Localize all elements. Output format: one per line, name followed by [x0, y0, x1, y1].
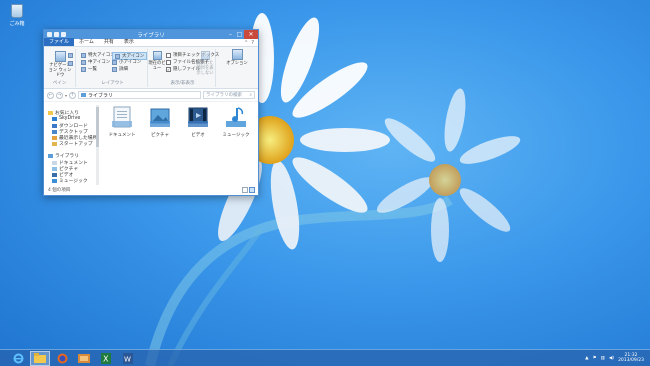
taskbar-internet-explorer[interactable] [8, 351, 28, 366]
address-bar-row: ← → ▾ ↑ ライブラリ ライブラリの検索 ⌕ [44, 89, 258, 102]
library-videos[interactable]: ビデオ [180, 105, 216, 138]
documents-icon [112, 106, 132, 128]
preview-pane-button[interactable] [68, 53, 73, 58]
nav-item-label: お気に入り [55, 111, 79, 116]
nav-item[interactable]: ライブラリ [48, 152, 79, 159]
nav-item[interactable]: ミュージック [52, 177, 88, 184]
system-tray: ▲ ⚑ ▥ ◀) 21:32 2013/09/23 [585, 353, 650, 363]
tab-share[interactable]: 共有 [99, 38, 119, 46]
library-content: ドキュメント ピクチャ ビデオ ミュージック [102, 105, 258, 186]
library-pictures[interactable]: ピクチャ [142, 105, 178, 138]
ribbon-group-layout: 特大アイコン 中アイコン 一覧 大アイコン 小アイコン 詳細 レイアウト [78, 49, 148, 87]
sort-icon [152, 51, 162, 60]
details-view-button[interactable] [242, 186, 248, 193]
nav-item-label: SkyDrive [59, 116, 81, 121]
network-icon[interactable]: ▥ [601, 356, 605, 361]
search-icon: ⌕ [249, 93, 252, 98]
ribbon-group-show-hide: 現在のビュー 項目チェック ボックス ファイル名拡張子 ✓ 隠しファイル 選択した… [148, 49, 219, 87]
svg-text:W: W [124, 355, 131, 363]
ribbon-tabs: ファイル ホーム 共有 表示 ⌃ ? [44, 38, 258, 47]
nav-item-icon [52, 135, 57, 140]
options-button[interactable]: オプション [226, 49, 248, 66]
up-button[interactable]: ↑ [69, 91, 77, 99]
item-count: 4 個の項目 [48, 187, 71, 193]
layout-small-icons[interactable]: 小アイコン [112, 59, 141, 65]
address-bar[interactable]: ライブラリ [78, 91, 201, 99]
layout-medium-icons[interactable]: 中アイコン [81, 59, 110, 65]
taskbar-word[interactable]: W [118, 351, 138, 366]
nav-item-icon [48, 110, 53, 115]
nav-item-icon [52, 166, 57, 171]
taskbar: X W ▲ ⚑ ▥ ◀) 21:32 2013/09/23 [0, 349, 650, 366]
nav-item-icon [52, 160, 57, 165]
forward-button[interactable]: → [56, 91, 63, 99]
nav-item-label: ミュージック [59, 179, 88, 184]
search-input[interactable]: ライブラリの検索 ⌕ [203, 91, 255, 99]
ribbon-view: ナビゲーション ウィンドウ ペイン 特大アイコン 中アイコン 一覧 大アイコン … [44, 47, 258, 89]
nav-item-icon [52, 172, 57, 177]
navigation-pane-icon [54, 51, 66, 62]
clock[interactable]: 21:32 2013/09/23 [618, 353, 644, 363]
nav-item-icon [52, 129, 57, 134]
taskbar-folder[interactable] [74, 351, 94, 366]
excel-icon: X [101, 352, 111, 364]
nav-item-icon [48, 153, 53, 158]
word-icon: W [123, 352, 133, 364]
file-explorer-icon [34, 353, 46, 363]
taskbar-excel[interactable]: X [96, 351, 116, 366]
taskbar-firefox[interactable] [52, 351, 72, 366]
nav-item-icon [52, 123, 57, 128]
folder-icon [78, 354, 90, 363]
address-path: ライブラリ [88, 92, 114, 99]
nav-item[interactable]: スタートアップ [52, 140, 93, 147]
taskbar-file-explorer[interactable] [30, 350, 50, 366]
tab-home[interactable]: ホーム [74, 38, 99, 46]
details-pane-button[interactable] [68, 61, 73, 66]
library-music[interactable]: ミュージック [218, 105, 254, 138]
recent-dropdown-icon[interactable]: ▾ [65, 93, 67, 98]
nav-item-icon [52, 178, 57, 183]
library-icon [81, 93, 87, 97]
nav-item-icon [52, 116, 57, 121]
internet-explorer-icon [13, 353, 23, 363]
current-view-button[interactable]: 現在のビュー [148, 51, 166, 71]
flag-icon[interactable]: ⚑ [593, 356, 597, 361]
nav-item-label: スタートアップ [59, 142, 93, 147]
back-button[interactable]: ← [47, 91, 54, 99]
ribbon-group-pane: ナビゲーション ウィンドウ ペイン [44, 49, 76, 87]
pictures-icon [150, 108, 170, 127]
help-icon[interactable]: ? [251, 40, 254, 46]
status-bar: 4 個の項目 [44, 184, 258, 195]
layout-list[interactable]: 一覧 [81, 66, 97, 72]
nav-item[interactable]: お気に入り [48, 109, 79, 116]
volume-icon[interactable]: ◀) [609, 356, 614, 361]
explorer-window: ライブラリ – □ ✕ ファイル ホーム 共有 表示 ⌃ ? ナビゲーション ウ… [43, 29, 259, 196]
nav-item-label: ライブラリ [55, 154, 79, 159]
recycle-bin-label: ごみ箱 [9, 21, 25, 27]
layout-details[interactable]: 詳細 [112, 66, 128, 72]
show-hidden-icons[interactable]: ▲ [585, 356, 588, 361]
recycle-bin-icon [11, 4, 23, 18]
navigation-pane: お気に入り SkyDrive ダウンロード デスクトップ 最近表示した場所 スタートアップ… [44, 105, 99, 186]
library-documents[interactable]: ドキュメント [104, 105, 140, 138]
svg-text:X: X [103, 354, 109, 363]
chevron-up-icon[interactable]: ⌃ [244, 40, 248, 46]
music-icon [226, 107, 246, 127]
scrollbar-thumb[interactable] [96, 107, 99, 147]
layout-extra-large-icons[interactable]: 特大アイコン [81, 52, 115, 58]
tab-view[interactable]: 表示 [119, 38, 139, 46]
tab-file[interactable]: ファイル [44, 38, 75, 46]
firefox-icon [57, 353, 67, 363]
hide-icon [200, 51, 210, 60]
hide-selected-button[interactable]: 選択した項目を表示しない [195, 51, 215, 76]
nav-item-icon [52, 141, 57, 146]
nav-item[interactable]: SkyDrive [52, 116, 80, 121]
recycle-bin-desktop-icon[interactable]: ごみ箱 [6, 4, 28, 27]
nav-scrollbar[interactable] [96, 105, 99, 185]
large-icons-view-button[interactable] [249, 186, 255, 193]
options-icon [231, 49, 243, 60]
videos-icon [188, 107, 208, 127]
